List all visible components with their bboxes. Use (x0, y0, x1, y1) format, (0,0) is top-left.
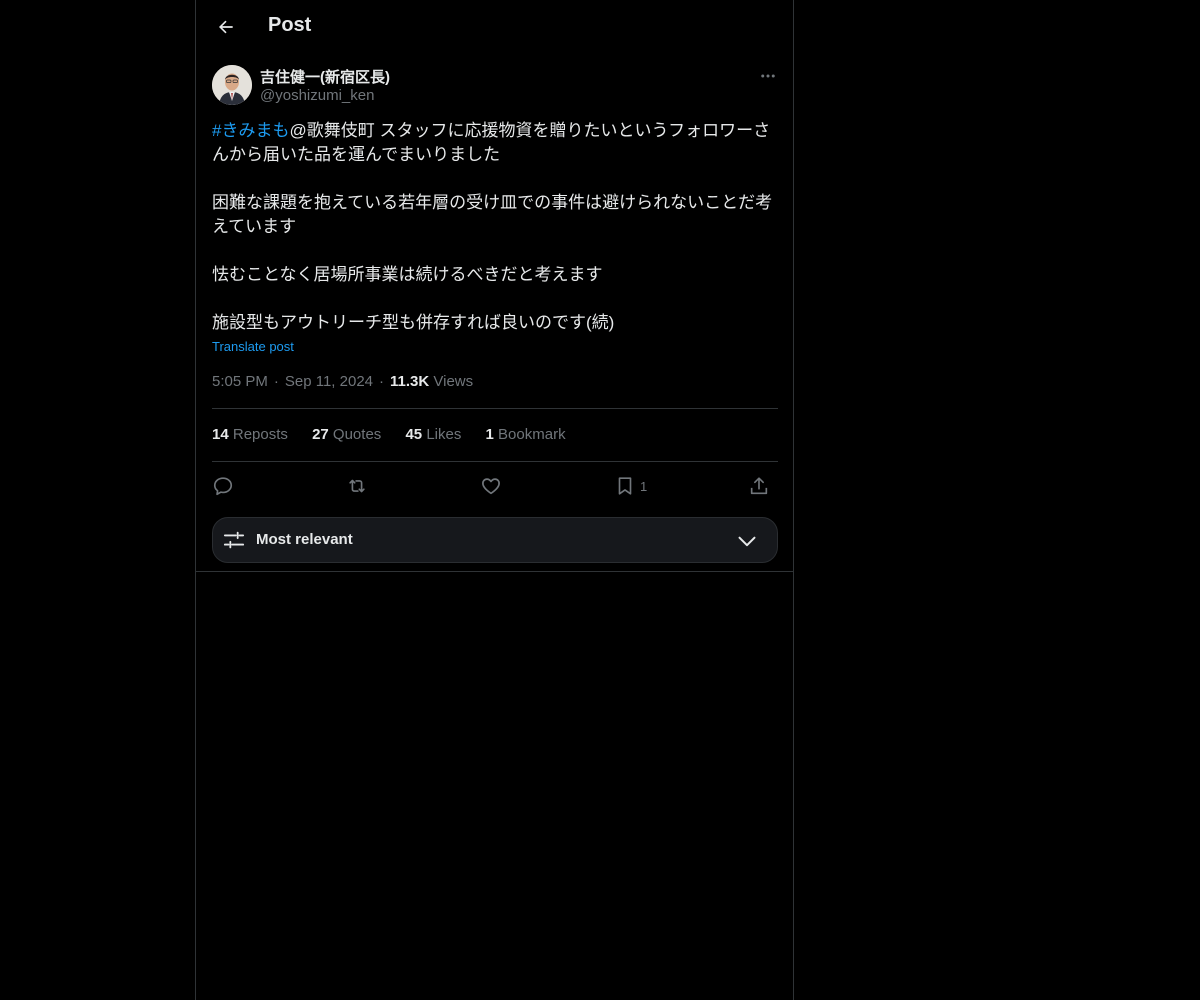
reply-icon (213, 477, 233, 496)
like-button[interactable] (480, 472, 502, 500)
reposts-stat[interactable]: 14 Reposts (212, 426, 288, 443)
share-button[interactable] (748, 472, 770, 500)
reply-button[interactable] (212, 472, 234, 500)
author-display-name[interactable]: 吉住健一(新宿区長) (260, 66, 390, 87)
sliders-icon (223, 531, 245, 549)
hashtag-link[interactable]: #きみまも (212, 121, 289, 140)
post-paragraph: 困難な課題を抱えている若年層の受け皿での事件は避けられないことだ考えています (212, 193, 773, 236)
likes-stat[interactable]: 45 Likes (405, 426, 461, 443)
author-handle[interactable]: @yoshizumi_ken (260, 87, 374, 104)
repost-icon (349, 479, 365, 493)
heart-icon (482, 478, 500, 495)
bookmark-count: 1 (640, 478, 648, 494)
post-body: #きみまも@歌舞伎町 スタッフに応援物資を贈りたいというフォロワーさんから届いた… (212, 119, 778, 335)
post-paragraph: 施設型もアウトリーチ型も併存すれば良いのです(続) (212, 313, 615, 332)
sort-label: Most relevant (256, 531, 353, 548)
back-button[interactable] (208, 9, 244, 45)
post-actions-bar: 1 (212, 472, 778, 500)
views-label: Views (433, 373, 474, 390)
views-count: 11.3K (390, 373, 430, 390)
post-paragraph: 怯むことなく居場所事業は続けるべきだと考えます (212, 265, 603, 284)
translate-post-link[interactable]: Translate post (212, 339, 294, 354)
arrow-left-icon (219, 20, 233, 34)
engagement-stats: 14 Reposts 27 Quotes 45 Likes 1 Bookmark (212, 426, 586, 443)
post-text-line: @歌舞伎町 スタッフに応援物資を贈りたいというフォロワーさんから届いた品を運んで… (212, 121, 771, 164)
reply-sort-dropdown[interactable]: Most relevant (212, 517, 778, 563)
divider (212, 461, 778, 462)
chevron-down-icon (738, 536, 756, 547)
bookmarks-stat[interactable]: 1 Bookmark (486, 426, 566, 443)
post-date[interactable]: Sep 11, 2024 (285, 373, 373, 390)
avatar[interactable] (212, 65, 252, 105)
bookmark-icon (618, 477, 632, 495)
post-meta: 5:05 PM · Sep 11, 2024 · 11.3K Views (212, 373, 474, 390)
bookmark-button[interactable]: 1 (614, 472, 647, 500)
repost-button[interactable] (346, 472, 368, 500)
quotes-stat[interactable]: 27 Quotes (312, 426, 381, 443)
more-horizontal-icon (761, 74, 775, 78)
share-icon (750, 477, 768, 495)
page-title: Post (268, 14, 312, 36)
divider (196, 571, 794, 572)
post-paragraph: #きみまも@歌舞伎町 スタッフに応援物資を贈りたいというフォロワーさんから届いた… (212, 119, 778, 167)
page-header: Post (196, 0, 794, 54)
more-options-button[interactable] (756, 64, 780, 88)
post-detail-column: Post 吉住健一(新宿区長) @yoshizumi_ken #きみまも@歌舞伎… (195, 0, 794, 1000)
divider (212, 408, 778, 409)
post-time[interactable]: 5:05 PM (212, 373, 268, 390)
